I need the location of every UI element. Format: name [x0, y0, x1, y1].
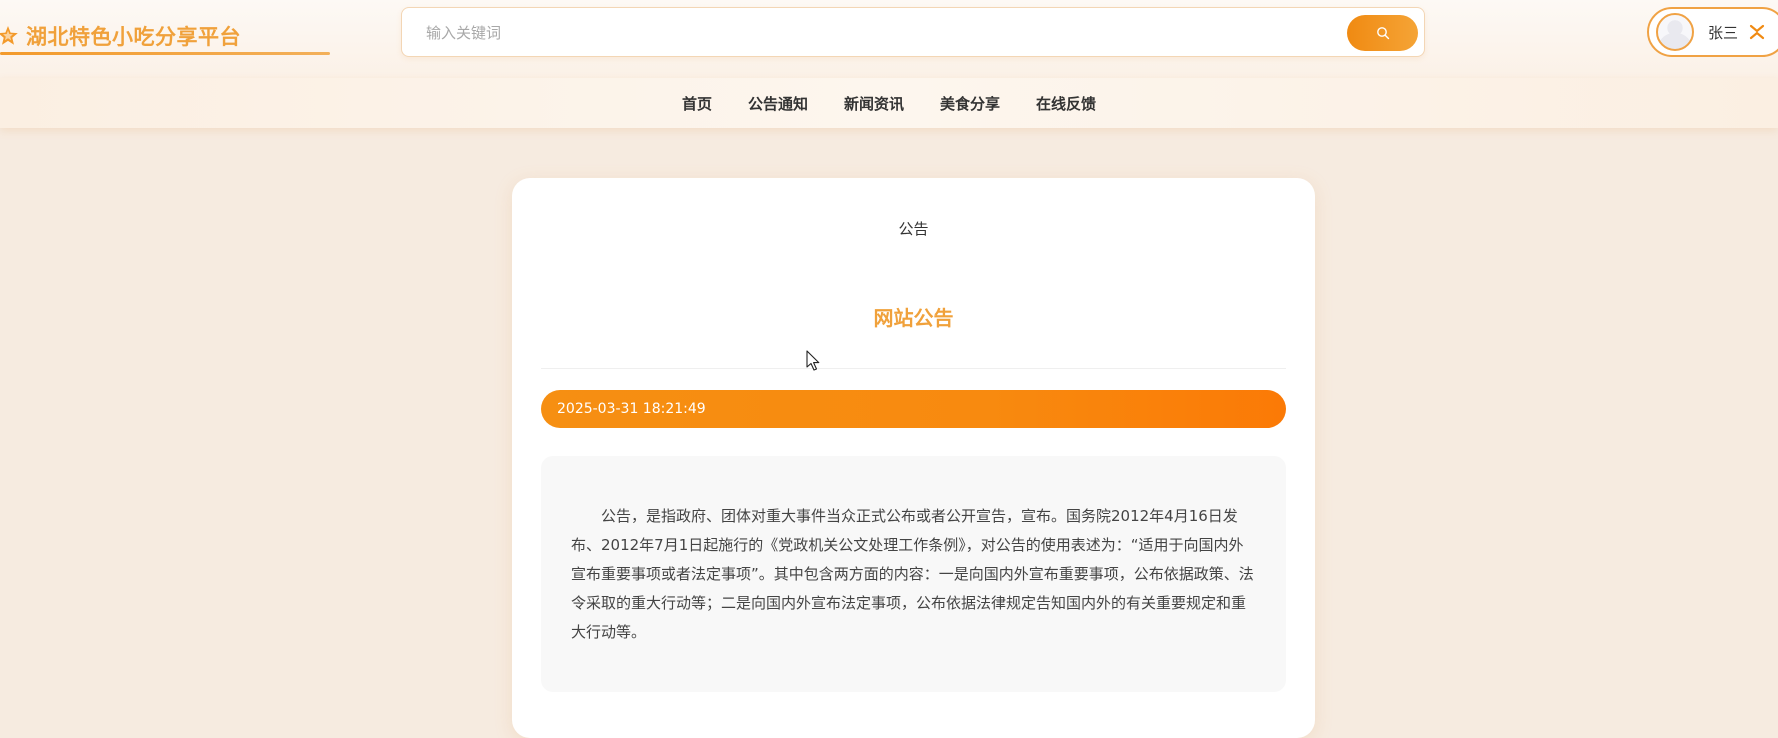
logo-underline	[0, 52, 330, 55]
site-title: 湖北特色小吃分享平台	[26, 25, 241, 49]
search-box	[401, 7, 1425, 57]
divider	[541, 368, 1286, 369]
collapse-icon[interactable]	[1748, 23, 1766, 41]
search-input[interactable]	[426, 18, 1326, 48]
user-name[interactable]: 张三	[1708, 22, 1738, 43]
mouse-pointer-icon	[806, 350, 820, 371]
publish-date: 2025-03-31 18:21:49	[541, 390, 1286, 428]
main-nav: 首页 公告通知 新闻资讯 美食分享 在线反馈	[0, 78, 1778, 128]
nav-food-share[interactable]: 美食分享	[940, 89, 1000, 118]
article-card: 公告 网站公告 2025-03-31 18:21:49 公告，是指政府、团体对重…	[512, 178, 1315, 738]
star-icon	[0, 26, 18, 45]
search-icon	[1376, 27, 1389, 40]
nav-feedback[interactable]: 在线反馈	[1036, 89, 1096, 118]
nav-home[interactable]: 首页	[682, 89, 712, 118]
article-content: 公告，是指政府、团体对重大事件当众正式公布或者公开宣告，宣布。国务院2012年4…	[571, 507, 1254, 641]
article-title: 网站公告	[873, 306, 954, 330]
article-content-box: 公告，是指政府、团体对重大事件当众正式公布或者公开宣告，宣布。国务院2012年4…	[541, 456, 1286, 692]
section-title: 公告	[898, 220, 929, 238]
search-button[interactable]	[1347, 15, 1418, 51]
user-menu[interactable]: 张三	[1647, 7, 1778, 57]
nav-announcements[interactable]: 公告通知	[748, 89, 808, 118]
header: 湖北特色小吃分享平台 张三	[0, 0, 1778, 78]
nav-news[interactable]: 新闻资讯	[844, 89, 904, 118]
logo[interactable]: 湖北特色小吃分享平台	[0, 16, 241, 56]
avatar[interactable]	[1656, 13, 1694, 51]
